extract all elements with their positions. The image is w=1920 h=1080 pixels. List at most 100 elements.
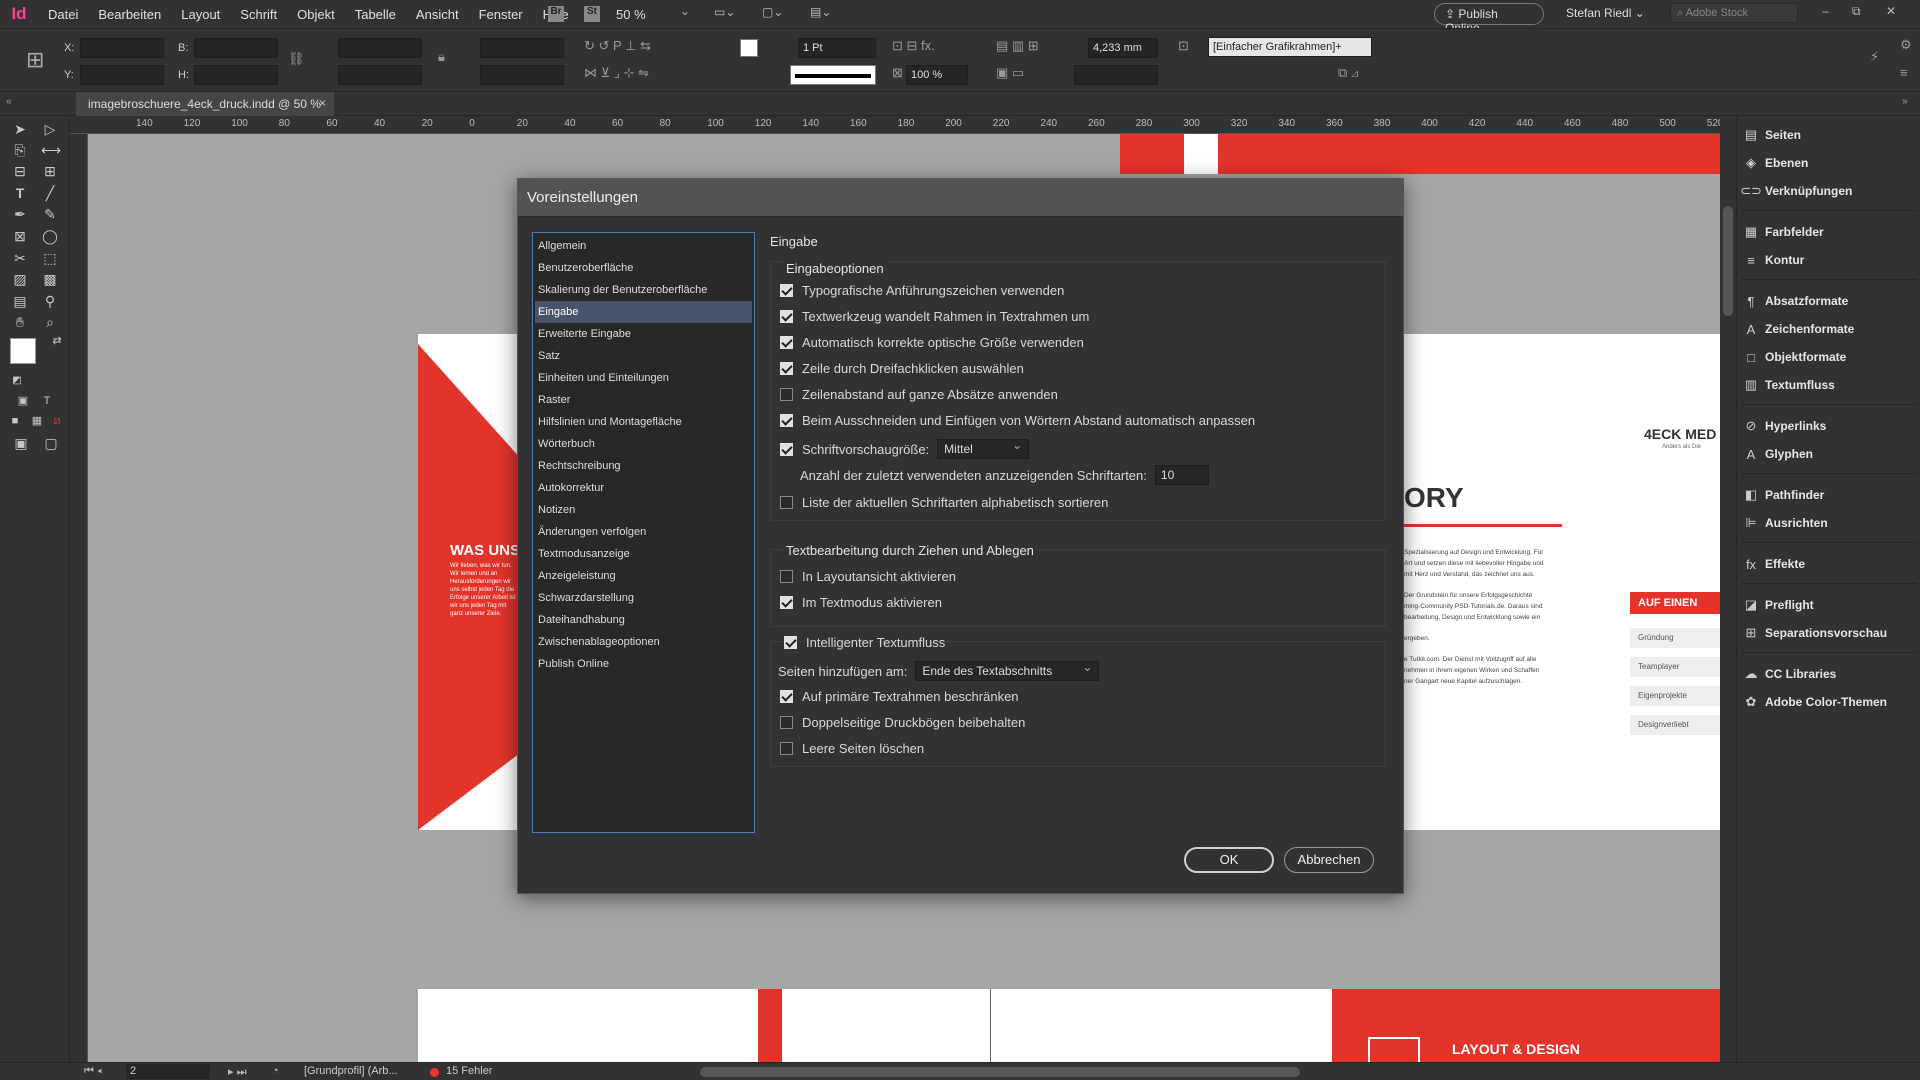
eyedropper-tool-icon[interactable]: ⚲ — [41, 292, 59, 310]
menu-item[interactable]: Ansicht — [416, 7, 459, 22]
type-tool-icon[interactable]: T — [11, 184, 29, 202]
menu-item[interactable]: Fenster — [479, 7, 523, 22]
x-field[interactable] — [80, 38, 164, 58]
checkbox[interactable] — [780, 496, 793, 509]
menu-item[interactable]: Objekt — [297, 7, 335, 22]
fill-swatch[interactable] — [740, 39, 758, 57]
screen-mode-icon[interactable]: ▢⌄ — [762, 5, 783, 19]
checkbox[interactable] — [784, 636, 797, 649]
font-preview-size-select[interactable]: Mittel — [937, 438, 1030, 459]
checkbox-row[interactable]: In Layoutansicht aktivieren — [780, 569, 956, 584]
menu-item[interactable]: Schrift — [240, 7, 277, 22]
fill-stroke-swatch[interactable] — [10, 338, 44, 372]
lightning-icon[interactable]: ⚡︎ — [1870, 49, 1879, 65]
stock-icon[interactable]: St — [584, 6, 600, 22]
panel-item[interactable]: ✿ Adobe Color-Themen — [1737, 691, 1920, 713]
format-text-icon[interactable]: T — [38, 392, 56, 410]
checkbox[interactable] — [780, 388, 793, 401]
category-item[interactable]: Autokorrektur — [535, 477, 752, 499]
category-item[interactable]: Schwarzdarstellung — [535, 587, 752, 609]
panel-item[interactable]: ⊫ Ausrichten — [1737, 512, 1920, 534]
height-field[interactable] — [194, 65, 278, 85]
rotation-field[interactable] — [480, 38, 564, 58]
category-item[interactable]: Publish Online — [535, 653, 752, 675]
flip-icon[interactable]: ⋈ ⊻ ⌟ ⊹ ⇋ — [584, 65, 649, 81]
panel-item[interactable]: ▦ Farbfelder — [1737, 221, 1920, 243]
fit-icons[interactable]: ⊡ ⊟ fx. — [892, 38, 935, 54]
page-nav-icons[interactable]: ⏮ ◂ — [84, 1065, 102, 1078]
publish-online-button[interactable]: ⇪ Publish Online — [1434, 3, 1544, 35]
checkbox[interactable] — [780, 310, 793, 323]
content-collector-icon[interactable]: ⊟ — [11, 162, 29, 180]
panel-item[interactable]: ≡ Kontur — [1737, 249, 1920, 271]
panel-item[interactable]: ¶ Absatzformate — [1737, 290, 1920, 312]
checkbox[interactable] — [780, 284, 793, 297]
scale-x-field[interactable] — [338, 38, 422, 58]
lock-icon[interactable]: 🔒︎ — [438, 49, 445, 65]
category-item[interactable]: Textmodusanzeige — [535, 543, 752, 565]
content-placer-icon[interactable]: ⊞ — [41, 162, 59, 180]
checkbox-row[interactable]: Textwerkzeug wandelt Rahmen in Textrahme… — [780, 309, 1089, 324]
cancel-button[interactable]: Abbrechen — [1284, 847, 1374, 873]
panel-item[interactable]: A Glyphen — [1737, 443, 1920, 465]
default-colors-icon[interactable]: ◩ — [8, 372, 26, 390]
checkbox[interactable] — [780, 596, 793, 609]
add-pages-select[interactable]: Ende des Textabschnitts — [915, 660, 1100, 681]
checkbox-row[interactable]: Beim Ausschneiden und Einfügen von Wörte… — [780, 413, 1255, 428]
category-item[interactable]: Allgemein — [535, 235, 752, 257]
user-menu[interactable]: Stefan Riedl ⌄ — [1566, 6, 1645, 20]
ellipse-tool-icon[interactable]: ◯ — [41, 227, 59, 245]
opacity-field[interactable]: 100 % — [906, 65, 968, 85]
gear-icon[interactable]: ⚙︎ — [1900, 37, 1912, 53]
note-tool-icon[interactable]: ▤ — [11, 292, 29, 310]
panel-item[interactable]: ⊘ Hyperlinks — [1737, 415, 1920, 437]
category-item[interactable]: Anzeigeleistung — [535, 565, 752, 587]
free-transform-tool-icon[interactable]: ⬚ — [41, 249, 59, 267]
category-item[interactable]: Hilfslinien und Montagefläche — [535, 411, 752, 433]
bridge-icon[interactable]: Br — [548, 6, 564, 22]
reference-point-icon[interactable]: ⊞ — [26, 47, 44, 73]
zoom-dropdown-icon[interactable]: ⌄ — [680, 4, 690, 18]
frame-fitting-icon[interactable]: ⊡ — [1178, 38, 1189, 54]
close-window-icon[interactable]: ✕ — [1886, 4, 1896, 18]
checkbox[interactable] — [780, 742, 793, 755]
panel-item[interactable]: ◧ Pathfinder — [1737, 484, 1920, 506]
constrain-proportions-icon[interactable]: ⛓ — [288, 51, 305, 67]
page-field[interactable]: 2 — [126, 1064, 210, 1079]
panel-item[interactable]: ▤ Seiten — [1737, 124, 1920, 146]
ok-button[interactable]: OK — [1184, 847, 1274, 873]
panel-item[interactable]: ◪ Preflight — [1737, 594, 1920, 616]
hand-tool-icon[interactable]: ✋︎ — [11, 313, 29, 331]
menu-item[interactable]: Layout — [181, 7, 220, 22]
checkbox[interactable] — [780, 414, 793, 427]
wrap-icons[interactable]: ▤ ▥ ⊞ — [996, 38, 1039, 54]
checkbox[interactable] — [780, 690, 793, 703]
checkbox-row[interactable]: Automatisch korrekte optische Größe verw… — [780, 335, 1084, 350]
swap-colors-icon[interactable]: ⇄ — [48, 332, 66, 350]
minimize-icon[interactable]: – — [1822, 4, 1829, 18]
panel-item[interactable]: □ Objektformate — [1737, 346, 1920, 368]
category-item[interactable]: Einheiten und Einteilungen — [535, 367, 752, 389]
menu-item[interactable]: Datei — [48, 7, 78, 22]
checkbox-row[interactable]: Im Textmodus aktivieren — [780, 595, 942, 610]
profile-dropdown[interactable]: [Grundprofil] (Arb... — [304, 1065, 398, 1077]
scale-y-field[interactable] — [338, 65, 422, 85]
direct-selection-tool-icon[interactable]: ▷ — [41, 120, 59, 138]
menu-item[interactable]: Bearbeiten — [98, 7, 161, 22]
restore-icon[interactable]: ⧉ — [1852, 4, 1861, 19]
screen-mode-preview-icon[interactable]: ▢ — [42, 434, 60, 452]
checkbox-row[interactable]: Schriftvorschaugröße: Mittel — [780, 438, 1030, 459]
view-options-icon[interactable]: ▭⌄ — [714, 5, 735, 19]
align-icons[interactable]: ▣ ▭ — [996, 65, 1024, 81]
category-item[interactable]: Skalierung der Benutzeroberfläche — [535, 279, 752, 301]
close-tab-icon[interactable]: × — [319, 96, 326, 110]
apply-gradient-icon[interactable]: ▦ — [28, 412, 46, 430]
apply-none-icon[interactable]: ⧄ — [48, 412, 66, 430]
recent-fonts-field[interactable]: 10 — [1154, 465, 1209, 485]
checkbox-row[interactable]: Liste der aktuellen Schriftarten alphabe… — [780, 495, 1108, 510]
category-item[interactable]: Rechtschreibung — [535, 455, 752, 477]
checkbox-row[interactable]: Typografische Anführungszeichen verwende… — [780, 283, 1064, 298]
checkbox-row[interactable]: Zeile durch Dreifachklicken auswählen — [780, 361, 1024, 376]
rotate-icon[interactable]: ↻ ↺ P ⊥ ⇆ — [584, 38, 651, 54]
category-item[interactable]: Raster — [535, 389, 752, 411]
